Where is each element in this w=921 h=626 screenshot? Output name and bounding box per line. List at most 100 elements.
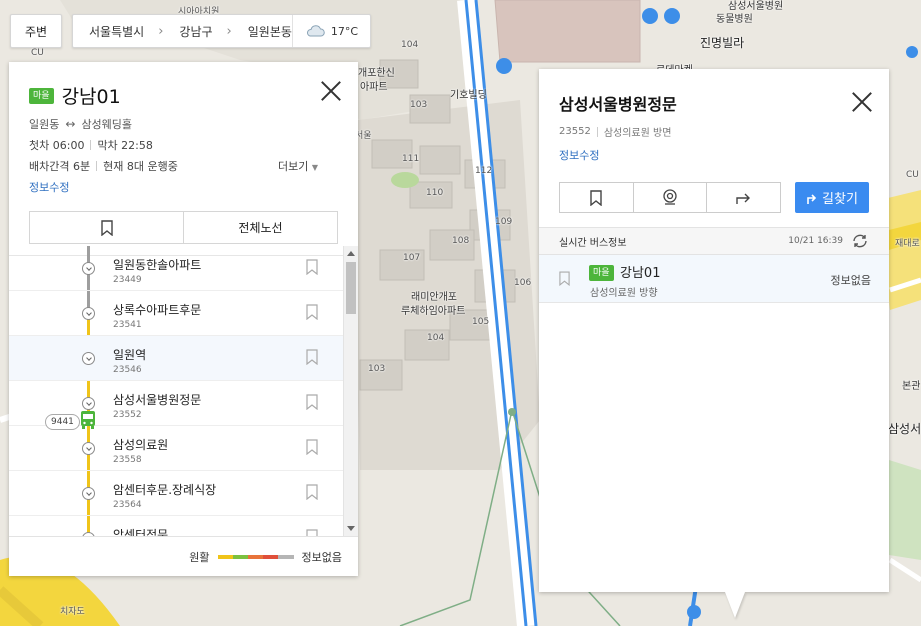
edit-info-link[interactable]: 정보수정 (559, 147, 869, 163)
legend-gradient (217, 554, 294, 559)
legend-color-segment (247, 554, 264, 559)
roadview-button[interactable] (632, 183, 707, 212)
more-button[interactable]: 더보기 ▼ (278, 158, 318, 174)
breadcrumb-city[interactable]: 서울특별시 › (73, 23, 163, 40)
arrival-status: 정보없음 (830, 274, 871, 287)
chevron-down-icon (82, 487, 95, 500)
map-label: 아파트 (360, 82, 388, 93)
share-button[interactable] (706, 183, 780, 212)
full-route-button[interactable]: 전체노선 (183, 212, 337, 243)
close-icon[interactable] (851, 91, 873, 113)
bookmark-icon[interactable] (306, 529, 318, 536)
map-label: 110 (426, 188, 444, 198)
stop-id: 23564 (113, 500, 142, 510)
route-name: 강남01 (61, 86, 121, 108)
chevron-down-icon (82, 352, 95, 365)
legend-color-segment (278, 554, 294, 559)
stop-item[interactable]: 암센터후문.장례식장 23564 (9, 471, 343, 516)
map-label: 진명빌라 (700, 36, 745, 50)
bookmark-icon[interactable] (306, 349, 318, 365)
breadcrumb-district[interactable]: 강남구 › (163, 23, 231, 40)
stop-name: 암센터정문 (113, 528, 169, 536)
refresh-icon[interactable] (851, 233, 869, 249)
map-label: 치자도 (60, 607, 85, 617)
two-way-arrow-icon: ↔ (65, 117, 76, 131)
village-bus-badge: 마을 (29, 87, 54, 104)
map-label: 103 (410, 100, 428, 110)
village-bus-badge: 마을 (589, 265, 614, 281)
stop-id: 23558 (113, 455, 142, 465)
bookmark-icon[interactable] (306, 304, 318, 320)
chevron-down-icon (82, 262, 95, 275)
chevron-down-icon (82, 307, 95, 320)
stop-list[interactable]: 일원동한솔아파트 23449 상록수아파트후문 23541 일원역 23546 … (9, 246, 358, 536)
map-label: CU (31, 48, 44, 58)
map-label: 104 (427, 333, 445, 343)
find-way-button[interactable]: 길찾기 (795, 182, 869, 213)
map-label: 삼성서울 (888, 422, 921, 436)
stop-id: 23541 (113, 320, 142, 330)
map-label: 108 (452, 236, 470, 246)
breadcrumb: 서울특별시 › 강남구 › 일원본동 17°C (72, 14, 372, 48)
map-label: 동물병원 (716, 14, 753, 25)
map-label: 106 (514, 278, 532, 288)
bookmark-button[interactable] (30, 212, 183, 243)
weather-widget[interactable]: 17°C (291, 15, 370, 47)
roadview-icon (663, 188, 677, 205)
stop-name: 일원동한솔아파트 (113, 258, 202, 272)
map-label: 104 (401, 40, 419, 50)
stop-item[interactable]: 일원역 23546 (9, 336, 343, 381)
bookmark-icon[interactable] (306, 259, 318, 275)
stop-id: 23552 (559, 126, 591, 137)
nearby-label: 주변 (24, 24, 48, 39)
bookmark-icon (100, 219, 113, 236)
edit-info-link[interactable]: 정보수정 (29, 179, 338, 195)
stop-id: 23449 (113, 275, 142, 285)
bus-icon[interactable] (79, 410, 97, 430)
map-label: 112 (475, 166, 493, 176)
bookmark-icon[interactable] (306, 394, 318, 410)
cloud-icon (306, 25, 325, 37)
stop-item[interactable]: 삼성의료원 23558 (9, 426, 343, 471)
map-label: 개포한신 (358, 68, 395, 79)
realtime-timestamp: 10/21 16:39 (788, 236, 843, 246)
breadcrumb-dong[interactable]: 일원본동 (232, 23, 292, 40)
scrollbar[interactable] (343, 246, 358, 536)
nearby-button[interactable]: 주변 (10, 14, 62, 48)
stop-item[interactable]: 일원동한솔아파트 23449 (9, 246, 343, 291)
route-name: 강남01 (620, 266, 661, 281)
chevron-down-icon (82, 397, 95, 410)
scroll-down-arrow-icon[interactable] (347, 526, 355, 531)
route-direction: 삼성의료원 방향 (590, 288, 658, 299)
caret-down-icon: ▼ (311, 163, 318, 172)
stop-item[interactable]: 암센터정문 (9, 516, 343, 536)
route-panel: 마을 강남01 일원동 ↔ 삼성웨딩홀 첫차 06:00 막차 22:58 배차… (9, 62, 358, 576)
scroll-up-arrow-icon[interactable] (347, 251, 355, 256)
bookmark-icon[interactable] (559, 271, 570, 286)
stop-id: 23546 (113, 365, 142, 375)
map-label: 105 (472, 317, 490, 327)
scroll-thumb[interactable] (346, 262, 356, 314)
close-icon[interactable] (320, 80, 342, 102)
bookmark-icon[interactable] (306, 439, 318, 455)
stop-name: 암센터후문.장례식장 (113, 483, 217, 497)
map-label: CU (906, 170, 919, 180)
stop-name: 상록수아파트후문 (113, 303, 202, 317)
stop-item[interactable]: 상록수아파트후문 23541 (9, 291, 343, 336)
stop-name: 일원역 (113, 348, 147, 362)
bookmark-button[interactable] (560, 183, 633, 212)
map-label: 103 (368, 364, 386, 374)
map-label: 기호빌딩 (450, 90, 487, 101)
map-label: 107 (403, 253, 421, 263)
bookmark-icon[interactable] (306, 484, 318, 500)
bookmark-icon (590, 189, 603, 206)
stop-direction: 삼성의료원 방면 (603, 128, 672, 139)
realtime-bus-row[interactable]: 마을 강남01 삼성의료원 방향 정보없음 (539, 255, 889, 303)
stop-name: 삼성서울병원정문 (113, 393, 202, 407)
map-label: 111 (402, 154, 420, 164)
route-origin: 일원동 (29, 118, 60, 131)
temperature: 17°C (330, 24, 359, 38)
legend-no-info: 정보없음 (301, 550, 342, 564)
stop-title: 삼성서울병원정문 (559, 95, 677, 114)
chevron-down-icon (82, 442, 95, 455)
